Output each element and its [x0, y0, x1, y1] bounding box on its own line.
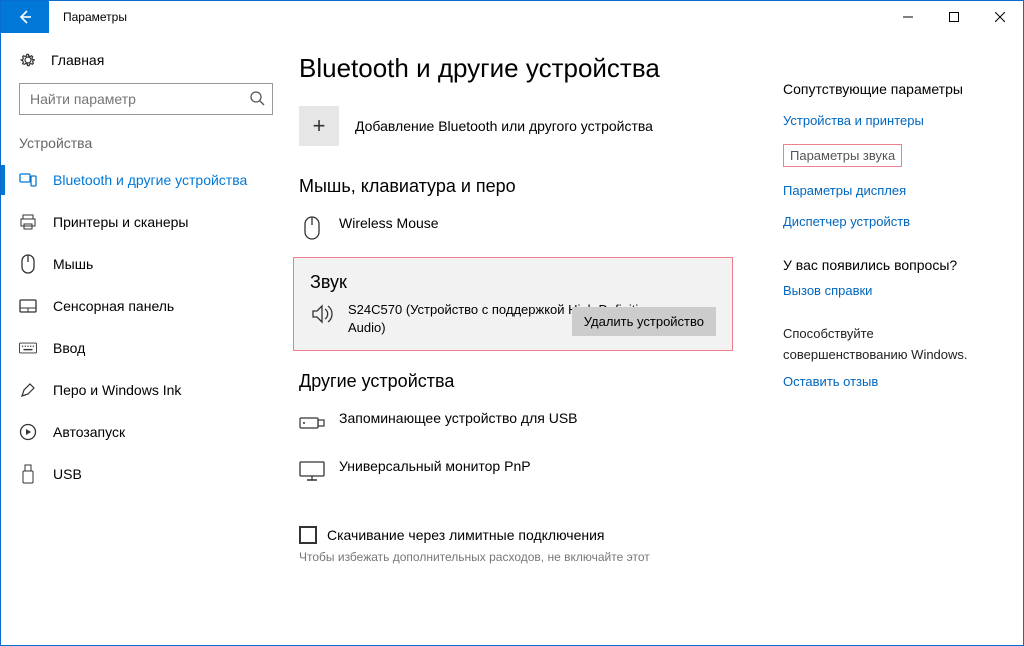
sidebar-item-typing[interactable]: Ввод — [1, 327, 291, 369]
checkbox-icon — [299, 526, 317, 544]
device-label: Запоминающее устройство для USB — [339, 410, 578, 426]
aside-panel: Сопутствующие параметры Устройства и при… — [783, 33, 1023, 645]
maximize-button[interactable] — [931, 1, 977, 33]
sidebar-item-label: Сенсорная панель — [53, 298, 174, 314]
aside-contribute-line2: совершенствованию Windows. — [783, 347, 1009, 364]
aside-feedback-block: Способствуйте совершенствованию Windows.… — [783, 326, 1009, 389]
add-device-label: Добавление Bluetooth или другого устройс… — [355, 118, 653, 134]
sidebar-item-usb[interactable]: USB — [1, 453, 291, 495]
other-section-heading: Другие устройства — [299, 371, 767, 392]
mouse-section-heading: Мышь, клавиатура и перо — [299, 176, 767, 197]
sidebar-item-label: Мышь — [53, 256, 93, 272]
back-button[interactable] — [1, 1, 49, 33]
device-label: Универсальный монитор PnP — [339, 458, 531, 474]
storage-icon — [299, 410, 325, 436]
link-sound-settings[interactable]: Параметры звука — [783, 144, 902, 167]
sidebar-section-label: Устройства — [1, 135, 291, 159]
aside-contribute-line1: Способствуйте — [783, 326, 1009, 343]
device-label: Wireless Mouse — [339, 215, 439, 231]
minimize-button[interactable] — [885, 1, 931, 33]
metered-hint: Чтобы избежать дополнительных расходов, … — [299, 550, 767, 564]
main-content: Bluetooth и другие устройства + Добавлен… — [291, 33, 783, 645]
sidebar-item-label: Ввод — [53, 340, 85, 356]
sidebar-item-label: USB — [53, 466, 82, 482]
close-button[interactable] — [977, 1, 1023, 33]
arrow-left-icon — [17, 9, 33, 25]
page-title: Bluetooth и другие устройства — [299, 53, 767, 84]
keyboard-icon — [19, 339, 37, 357]
titlebar: Параметры — [1, 1, 1023, 33]
monitor-icon — [299, 458, 325, 484]
search-input[interactable] — [19, 83, 273, 115]
sound-device-card: Звук S24C570 (Устройство с поддержкой Hi… — [293, 257, 733, 351]
sidebar-item-bluetooth[interactable]: Bluetooth и другие устройства — [1, 159, 291, 201]
close-icon — [995, 12, 1005, 22]
sidebar-home[interactable]: Главная — [1, 45, 291, 83]
search-wrap — [19, 83, 273, 115]
link-device-manager[interactable]: Диспетчер устройств — [783, 214, 1009, 229]
sidebar-item-mouse[interactable]: Мышь — [1, 243, 291, 285]
minimize-icon — [903, 12, 913, 22]
sidebar-item-label: Перо и Windows Ink — [53, 382, 181, 398]
usb-icon — [19, 465, 37, 483]
aside-help-block: У вас появились вопросы? Вызов справки — [783, 257, 1009, 298]
settings-window: Параметры Главная Устройства — [0, 0, 1024, 646]
pen-icon — [19, 381, 37, 399]
sidebar-item-touchpad[interactable]: Сенсорная панель — [1, 285, 291, 327]
sidebar-home-label: Главная — [51, 52, 104, 68]
autoplay-icon — [19, 423, 37, 441]
link-display-settings[interactable]: Параметры дисплея — [783, 183, 1009, 198]
mouse-icon — [19, 255, 37, 273]
sidebar-item-label: Bluetooth и другие устройства — [53, 172, 247, 188]
plus-icon: + — [299, 106, 339, 146]
speaker-icon — [310, 301, 336, 327]
touchpad-icon — [19, 297, 37, 315]
add-device-row[interactable]: + Добавление Bluetooth или другого устро… — [299, 106, 767, 146]
link-devices-printers[interactable]: Устройства и принтеры — [783, 113, 1009, 128]
window-body: Главная Устройства Bluetooth и другие ус… — [1, 33, 1023, 645]
devices-icon — [19, 171, 37, 189]
sidebar-item-label: Принтеры и сканеры — [53, 214, 188, 230]
sidebar-item-label: Автозапуск — [53, 424, 125, 440]
link-feedback[interactable]: Оставить отзыв — [783, 374, 1009, 389]
remove-device-button[interactable]: Удалить устройство — [572, 307, 716, 336]
metered-checkbox-row[interactable]: Скачивание через лимитные подключения — [299, 526, 767, 544]
printer-icon — [19, 213, 37, 231]
sidebar-item-printers[interactable]: Принтеры и сканеры — [1, 201, 291, 243]
maximize-icon — [949, 12, 959, 22]
window-title: Параметры — [49, 1, 885, 33]
metered-label: Скачивание через лимитные подключения — [327, 527, 604, 543]
sidebar-item-pen[interactable]: Перо и Windows Ink — [1, 369, 291, 411]
mouse-icon — [299, 215, 325, 241]
search-icon — [249, 90, 265, 106]
device-pnp-monitor[interactable]: Универсальный монитор PnP — [299, 452, 767, 500]
aside-questions-heading: У вас появились вопросы? — [783, 257, 1009, 273]
sidebar-item-autoplay[interactable]: Автозапуск — [1, 411, 291, 453]
gear-icon — [19, 51, 37, 69]
sidebar: Главная Устройства Bluetooth и другие ус… — [1, 33, 291, 645]
device-usb-storage[interactable]: Запоминающее устройство для USB — [299, 404, 767, 452]
device-wireless-mouse[interactable]: Wireless Mouse — [299, 209, 767, 257]
window-controls — [885, 1, 1023, 33]
link-help[interactable]: Вызов справки — [783, 283, 1009, 298]
sound-section-heading: Звук — [310, 272, 716, 293]
aside-related-heading: Сопутствующие параметры — [783, 81, 1009, 97]
